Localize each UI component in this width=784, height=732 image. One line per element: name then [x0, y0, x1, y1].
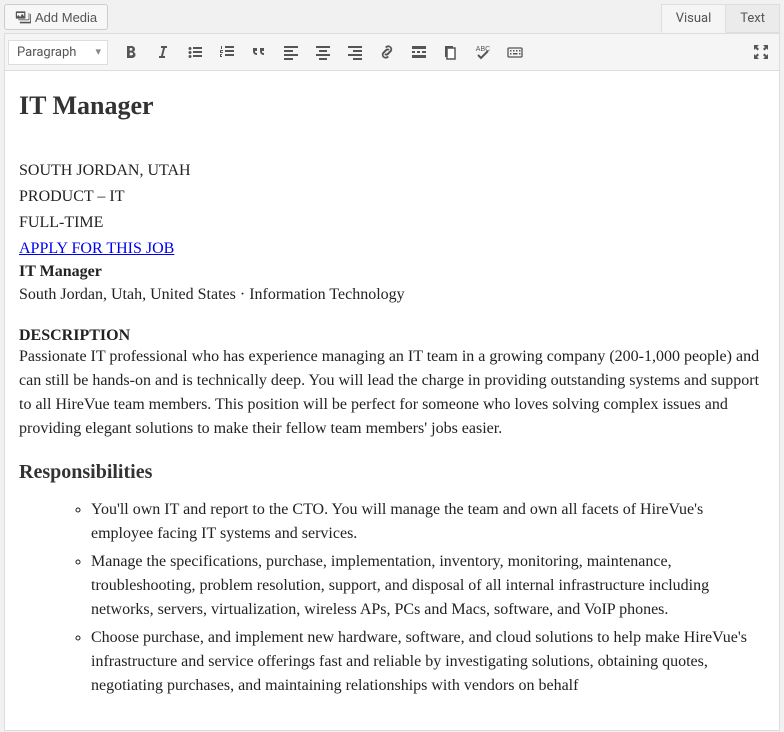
bold-icon: [121, 42, 141, 62]
media-icon: [15, 9, 31, 25]
spellcheck-icon: ABC: [473, 42, 493, 62]
subtitle: IT Manager: [19, 263, 765, 281]
department-line: PRODUCT – IT: [19, 185, 765, 209]
type-line: FULL-TIME: [19, 211, 765, 235]
bullet-list-button[interactable]: [180, 37, 210, 67]
list-item: You'll own IT and report to the CTO. You…: [91, 498, 765, 546]
list-item: Manage the specifications, purchase, imp…: [91, 550, 765, 622]
bullet-list-icon: [185, 42, 205, 62]
add-media-button[interactable]: Add Media: [4, 4, 108, 30]
apply-link[interactable]: APPLY FOR THIS JOB: [19, 240, 174, 257]
responsibilities-list: You'll own IT and report to the CTO. You…: [19, 498, 765, 698]
editor-toolbar: Paragraph ABC: [4, 33, 780, 71]
editor-content-area[interactable]: IT Manager SOUTH JORDAN, UTAH PRODUCT – …: [4, 71, 780, 731]
align-center-button[interactable]: [308, 37, 338, 67]
numbered-list-icon: [217, 42, 237, 62]
italic-button[interactable]: [148, 37, 178, 67]
expand-icon: [751, 42, 771, 62]
spellcheck-button[interactable]: ABC: [468, 37, 498, 67]
responsibilities-header: Responsibilities: [19, 461, 765, 484]
quote-icon: [249, 42, 269, 62]
list-item: Choose purchase, and implement new hardw…: [91, 626, 765, 698]
italic-icon: [153, 42, 173, 62]
align-right-icon: [345, 42, 365, 62]
page-title: IT Manager: [19, 91, 765, 121]
link-icon: [377, 42, 397, 62]
keyboard-button[interactable]: [500, 37, 530, 67]
fullscreen-button[interactable]: [436, 37, 466, 67]
add-media-label: Add Media: [35, 10, 97, 25]
fullscreen-icon: [441, 42, 461, 62]
bold-button[interactable]: [116, 37, 146, 67]
format-selector[interactable]: Paragraph: [8, 40, 108, 65]
align-center-icon: [313, 42, 333, 62]
readmore-icon: [409, 42, 429, 62]
description-body: Passionate IT professional who has exper…: [19, 345, 765, 441]
blockquote-button[interactable]: [244, 37, 274, 67]
readmore-button[interactable]: [404, 37, 434, 67]
expand-button[interactable]: [746, 37, 776, 67]
link-button[interactable]: [372, 37, 402, 67]
align-left-icon: [281, 42, 301, 62]
align-left-button[interactable]: [276, 37, 306, 67]
tab-text[interactable]: Text: [726, 4, 780, 33]
keyboard-icon: [505, 42, 525, 62]
align-right-button[interactable]: [340, 37, 370, 67]
editor-tabs: Visual Text: [661, 4, 780, 33]
tab-visual[interactable]: Visual: [661, 4, 727, 33]
description-header: DESCRIPTION: [19, 327, 765, 345]
top-bar: Add Media Visual Text: [0, 0, 784, 33]
numbered-list-button[interactable]: [212, 37, 242, 67]
location-line: SOUTH JORDAN, UTAH: [19, 159, 765, 183]
meta-line: South Jordan, Utah, United States · Info…: [19, 283, 765, 307]
